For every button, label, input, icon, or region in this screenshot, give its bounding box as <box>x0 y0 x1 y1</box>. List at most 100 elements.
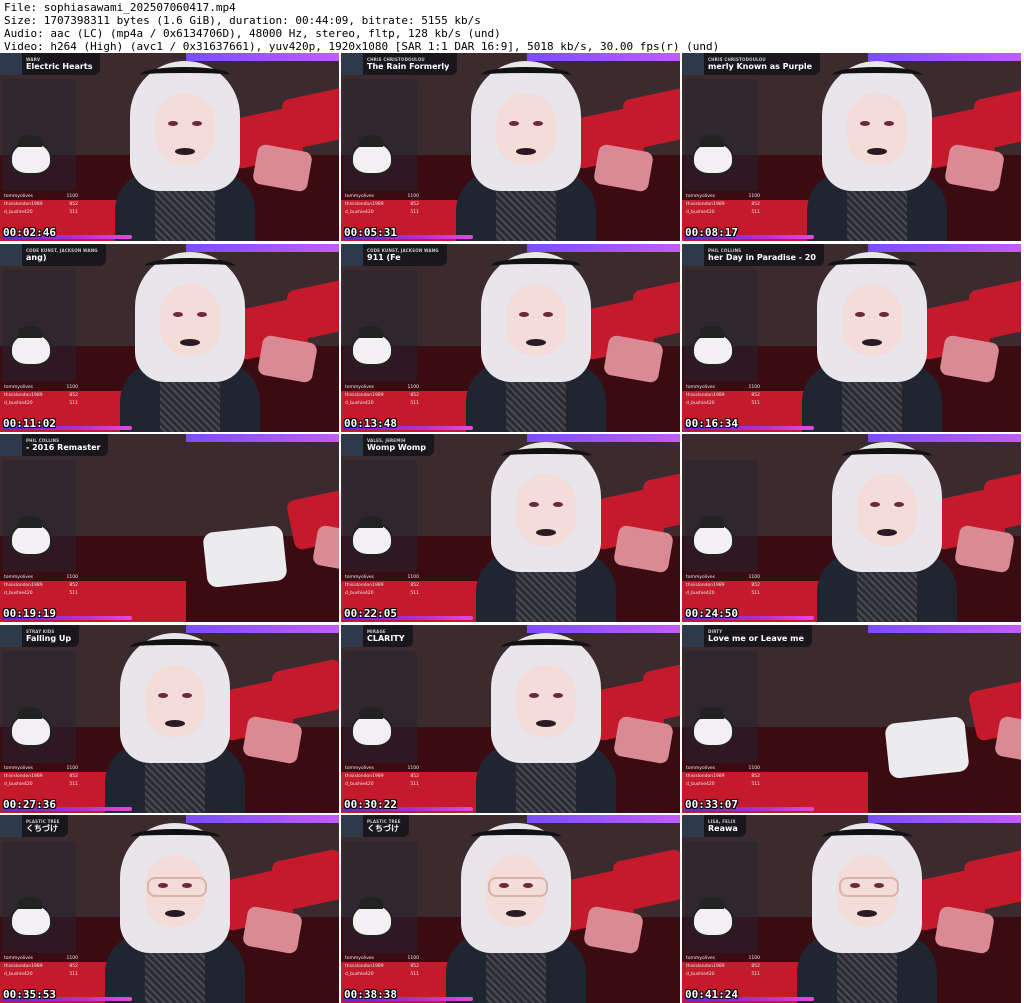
tipper-row: tommyolives 1100 <box>686 384 760 392</box>
streamer <box>812 434 962 622</box>
song-title: くちづけ <box>367 823 399 833</box>
tipper-row: tommyolives 1100 <box>686 765 760 773</box>
streamer <box>100 815 250 1003</box>
video-frame-thumbnail: tommyolives 1100 thisislondon1989 852 d_bush… <box>682 53 1021 241</box>
top-tippers-list: tommyolives 1100 thisislondon1989 852 d_bush… <box>4 193 78 217</box>
tipper-amount: 1100 <box>748 766 760 771</box>
album-art <box>341 53 363 75</box>
tipper-name: tommyolives <box>686 766 715 771</box>
tip-menu-panel <box>2 79 76 191</box>
tipper-name: d_bushie420 <box>686 401 715 406</box>
top-tippers-list: tommyolives 1100 thisislondon1989 852 d_bush… <box>686 955 760 979</box>
tipper-row: d_bushie420 511 <box>345 209 419 217</box>
stream-overlay: tommyolives 1100 thisislondon1989 852 d_bush… <box>682 244 762 432</box>
video-frame-thumbnail: tommyolives 1100 thisislondon1989 852 d_bush… <box>0 815 339 1003</box>
now-playing-widget: PLASTIC TREE くちづけ <box>0 815 68 837</box>
top-tippers-list: tommyolives 1100 thisislondon1989 852 d_bush… <box>345 765 419 789</box>
now-playing-widget: PHIL COLLINS - 2016 Remaster <box>0 434 109 456</box>
frame-timestamp: 00:22:05 <box>344 607 397 620</box>
streamer <box>802 53 952 241</box>
file-name-line: File: sophiasawami_202507060417.mp4 <box>4 1 236 14</box>
top-tippers-list: tommyolives 1100 thisislondon1989 852 d_bush… <box>686 384 760 408</box>
song-title: merly Known as Purple <box>708 61 813 71</box>
frame-timestamp: 00:05:31 <box>344 226 397 239</box>
tipper-row: thisislondon1989 852 <box>4 392 78 400</box>
stream-overlay: tommyolives 1100 thisislondon1989 852 d_bush… <box>0 244 80 432</box>
tipper-name: d_bushie420 <box>345 591 374 596</box>
tipper-amount: 852 <box>410 393 419 398</box>
now-playing-widget: CHRIS CHRISTODOULOU merly Known as Purpl… <box>682 53 821 75</box>
tipper-row: tommyolives 1100 <box>686 193 760 201</box>
frame-timestamp: 00:24:50 <box>685 607 738 620</box>
tipper-amount: 1100 <box>407 194 419 199</box>
tipper-amount: 511 <box>69 591 78 596</box>
tipper-row: tommyolives 1100 <box>345 765 419 773</box>
kuromi-mascot-icon <box>692 707 734 747</box>
kuromi-mascot-icon <box>10 897 52 937</box>
tipper-amount: 511 <box>410 782 419 787</box>
tip-menu-panel <box>684 841 758 953</box>
tipper-name: thisislondon1989 <box>345 393 384 398</box>
stream-overlay: tommyolives 1100 thisislondon1989 852 d_bush… <box>682 625 762 813</box>
tipper-row: tommyolives 1100 <box>4 765 78 773</box>
tipper-amount: 852 <box>410 583 419 588</box>
kuromi-mascot-icon <box>351 707 393 747</box>
tipper-amount: 852 <box>751 202 760 207</box>
now-playing-widget: STRAY KIDS Falling Up <box>0 625 80 647</box>
top-tippers-list: tommyolives 1100 thisislondon1989 852 d_bush… <box>4 955 78 979</box>
tipper-name: tommyolives <box>345 194 374 199</box>
tipper-name: tommyolives <box>686 194 715 199</box>
tipper-name: thisislondon1989 <box>345 964 384 969</box>
frame-timestamp: 00:33:07 <box>685 798 738 811</box>
tipper-amount: 511 <box>751 401 760 406</box>
streamer <box>100 625 250 813</box>
tipper-row: thisislondon1989 852 <box>345 201 419 209</box>
now-playing-widget: VALES, JEREMIH Womp Womp <box>341 434 434 456</box>
frame-timestamp: 00:27:36 <box>3 798 56 811</box>
frame-timestamp: 00:30:22 <box>344 798 397 811</box>
tipper-row: tommyolives 1100 <box>345 384 419 392</box>
tipper-name: d_bushie420 <box>4 591 33 596</box>
top-tippers-list: tommyolives 1100 thisislondon1989 852 d_bush… <box>345 955 419 979</box>
tipper-row: tommyolives 1100 <box>686 955 760 963</box>
tipper-row: thisislondon1989 852 <box>686 392 760 400</box>
tipper-amount: 1100 <box>407 575 419 580</box>
stream-overlay: tommyolives 1100 thisislondon1989 852 d_bush… <box>341 434 421 622</box>
video-frame-thumbnail: tommyolives 1100 thisislondon1989 852 d_bush… <box>682 244 1021 432</box>
tipper-amount: 511 <box>410 591 419 596</box>
stream-overlay: tommyolives 1100 thisislondon1989 852 d_bush… <box>682 815 762 1003</box>
frame-timestamp: 00:19:19 <box>3 607 56 620</box>
tipper-name: thisislondon1989 <box>686 202 725 207</box>
song-title: Electric Hearts <box>26 61 93 71</box>
tipper-amount: 511 <box>751 972 760 977</box>
top-tippers-list: tommyolives 1100 thisislondon1989 852 d_bush… <box>4 384 78 408</box>
tipper-amount: 1100 <box>407 766 419 771</box>
stream-overlay: tommyolives 1100 thisislondon1989 852 d_bush… <box>0 625 80 813</box>
tipper-amount: 1100 <box>66 575 78 580</box>
now-playing-widget: PHIL COLLINS her Day in Paradise - 20 <box>682 244 824 266</box>
stream-overlay: tommyolives 1100 thisislondon1989 852 d_bush… <box>341 53 421 241</box>
kuromi-mascot-icon <box>351 897 393 937</box>
tipper-row: thisislondon1989 852 <box>4 963 78 971</box>
streamer <box>471 434 621 622</box>
tipper-row: tommyolives 1100 <box>4 193 78 201</box>
tipper-name: thisislondon1989 <box>686 583 725 588</box>
album-art <box>341 244 363 266</box>
tipper-amount: 511 <box>69 210 78 215</box>
kuromi-mascot-icon <box>10 707 52 747</box>
top-tippers-list: tommyolives 1100 thisislondon1989 852 d_bush… <box>4 574 78 598</box>
tipper-name: thisislondon1989 <box>4 964 43 969</box>
tip-menu-panel <box>343 841 417 953</box>
kuromi-mascot-icon <box>10 516 52 556</box>
tipper-amount: 511 <box>410 210 419 215</box>
tipper-name: d_bushie420 <box>686 782 715 787</box>
stream-overlay: tommyolives 1100 thisislondon1989 852 d_bush… <box>341 625 421 813</box>
tip-menu-panel <box>684 79 758 191</box>
video-frame-thumbnail: tommyolives 1100 thisislondon1989 852 d_bush… <box>682 625 1021 813</box>
tipper-amount: 852 <box>751 774 760 779</box>
tipper-row: thisislondon1989 852 <box>345 582 419 590</box>
tipper-name: thisislondon1989 <box>345 774 384 779</box>
tipper-name: d_bushie420 <box>4 782 33 787</box>
tipper-name: d_bushie420 <box>686 591 715 596</box>
tip-menu-panel <box>2 270 76 382</box>
